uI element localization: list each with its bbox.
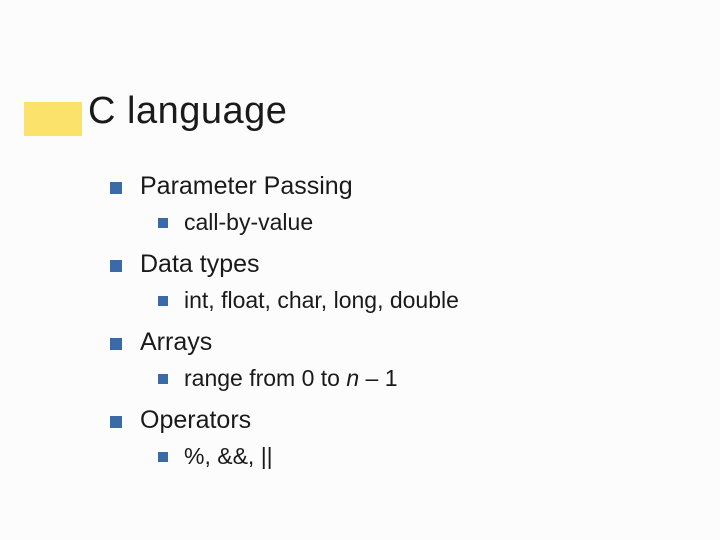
square-bullet-icon: [110, 416, 122, 428]
item-label: Operators: [140, 406, 251, 435]
subitem-label: int, float, char, long, double: [184, 287, 459, 314]
slide-content: Parameter Passing call-by-value Data typ…: [110, 172, 459, 484]
slide-title: C language: [88, 90, 287, 133]
list-subitem: call-by-value: [158, 209, 459, 236]
square-bullet-icon: [158, 452, 168, 462]
list-item: Arrays: [110, 328, 459, 357]
list-subitem: %, &&, ||: [158, 443, 459, 470]
square-bullet-icon: [158, 296, 168, 306]
subitem-label: range from 0 to n – 1: [184, 365, 398, 392]
item-label: Parameter Passing: [140, 172, 353, 201]
square-bullet-icon: [110, 338, 122, 350]
subitem-label: %, &&, ||: [184, 443, 273, 470]
subitem-label: call-by-value: [184, 209, 313, 236]
list-item: Data types: [110, 250, 459, 279]
list-subitem: range from 0 to n – 1: [158, 365, 459, 392]
list-item: Parameter Passing: [110, 172, 459, 201]
list-subitem: int, float, char, long, double: [158, 287, 459, 314]
square-bullet-icon: [158, 374, 168, 384]
square-bullet-icon: [110, 260, 122, 272]
item-label: Arrays: [140, 328, 212, 357]
square-bullet-icon: [110, 182, 122, 194]
list-item: Operators: [110, 406, 459, 435]
square-bullet-icon: [158, 218, 168, 228]
accent-box: [24, 102, 82, 136]
item-label: Data types: [140, 250, 260, 279]
